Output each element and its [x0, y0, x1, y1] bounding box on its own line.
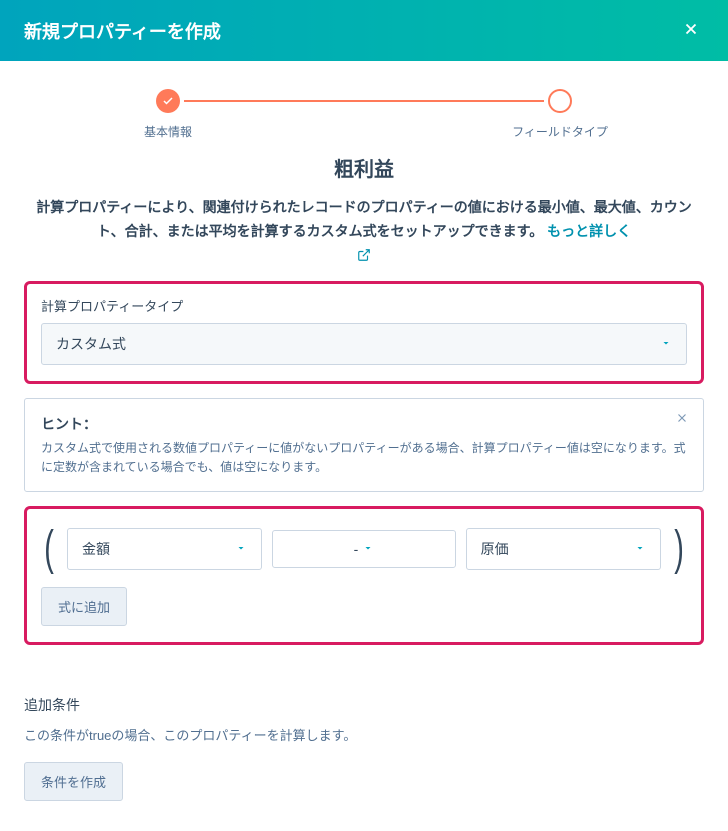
hint-title: ヒント： — [41, 413, 687, 435]
step2-label: フィールドタイプ — [512, 123, 608, 140]
close-button[interactable] — [678, 16, 704, 45]
extra-conditions-section: 追加条件 この条件がtrueの場合、このプロパティーを計算します。 条件を作成 — [0, 675, 728, 831]
modal-header: 新規プロパティーを作成 — [0, 0, 728, 61]
property-title: 粗利益 — [24, 153, 704, 182]
formula-field1-value: 金額 — [82, 539, 110, 559]
modal-title: 新規プロパティーを作成 — [24, 18, 221, 44]
chevron-down-icon — [634, 541, 646, 557]
formula-section: ( 金額 - 原価 ) 式に追加 — [24, 506, 704, 645]
description-text: 計算プロパティーにより、関連付けられたレコードのプロパティーの値における最小値、… — [24, 196, 704, 244]
formula-field2-value: 原価 — [481, 539, 509, 559]
formula-field1-select[interactable]: 金額 — [67, 528, 262, 570]
hint-box: ヒント： カスタム式で使用される数値プロパティーに値がないプロパティーがある場合… — [24, 398, 704, 493]
learn-more-link[interactable]: もっと詳しく — [547, 223, 631, 239]
step-done-icon — [156, 89, 180, 113]
hint-close-button[interactable] — [675, 411, 689, 428]
calc-type-select[interactable]: カスタム式 — [41, 323, 687, 365]
formula-operator-select[interactable]: - — [272, 530, 455, 568]
formula-operator-value: - — [354, 541, 359, 557]
step-basic-info[interactable]: 基本情報 — [156, 89, 180, 113]
chevron-down-icon — [235, 541, 247, 557]
extra-conditions-title: 追加条件 — [24, 695, 704, 715]
modal-content: 基本情報 フィールドタイプ 粗利益 計算プロパティーにより、関連付けられたレコー… — [0, 61, 728, 675]
calc-type-section: 計算プロパティータイプ カスタム式 — [24, 281, 704, 384]
open-paren: ( — [44, 525, 54, 573]
formula-field2-select[interactable]: 原価 — [466, 528, 661, 570]
add-to-formula-button[interactable]: 式に追加 — [41, 587, 127, 626]
calc-type-label: 計算プロパティータイプ — [41, 296, 687, 315]
extra-conditions-desc: この条件がtrueの場合、このプロパティーを計算します。 — [24, 725, 704, 744]
step1-label: 基本情報 — [144, 123, 192, 140]
chevron-down-icon — [660, 336, 672, 352]
chevron-down-icon — [362, 541, 374, 557]
external-link-icon-wrap — [24, 248, 704, 267]
calc-type-value: カスタム式 — [56, 334, 126, 354]
step-current-icon — [548, 89, 572, 113]
stepper: 基本情報 フィールドタイプ — [24, 89, 704, 113]
step-connector — [184, 100, 544, 102]
close-icon — [675, 413, 689, 428]
close-paren: ) — [674, 525, 684, 573]
external-link-icon — [357, 248, 371, 262]
formula-row: ( 金額 - 原価 ) — [41, 525, 687, 573]
hint-body: カスタム式で使用される数値プロパティーに値がないプロパティーがある場合、計算プロ… — [41, 441, 686, 474]
create-condition-button[interactable]: 条件を作成 — [24, 762, 123, 801]
step-field-type[interactable]: フィールドタイプ — [548, 89, 572, 113]
close-icon — [682, 26, 700, 41]
